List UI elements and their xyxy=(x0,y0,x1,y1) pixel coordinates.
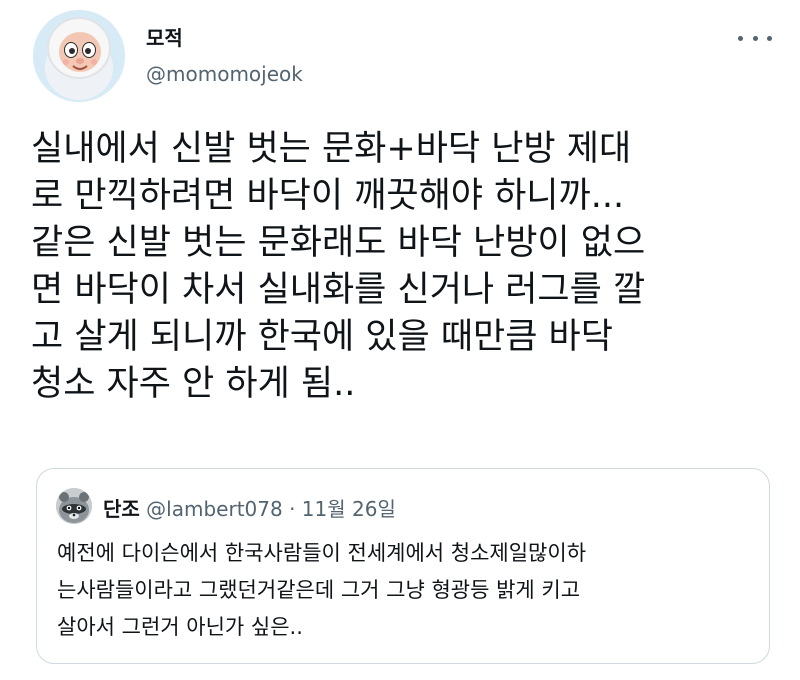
tweet-text: 실내에서 신발 벗는 문화+바닥 난방 제대 로 만끽하려면 바닥이 깨끗해야 … xyxy=(31,129,646,404)
quoted-author-handle[interactable]: @lambert078 xyxy=(146,497,283,521)
quoted-tweet[interactable]: 단조 @lambert078 · 11월 26일 예전에 다이슨에서 한국사람들… xyxy=(36,468,770,664)
author-handle[interactable]: @momomojeok xyxy=(146,62,303,86)
more-options-button[interactable] xyxy=(738,28,772,48)
quoted-header: 단조 @lambert078 · 11월 26일 xyxy=(103,493,396,522)
quoted-date[interactable]: 11월 26일 xyxy=(302,497,396,521)
quoted-author-name[interactable]: 단조 xyxy=(103,497,140,521)
author-name[interactable]: 모적 xyxy=(146,22,183,51)
avatar-character-icon xyxy=(33,10,125,102)
tweet-card: 모적 @momomojeok 실내에서 신발 벗는 문화+바닥 난방 제대 로 … xyxy=(0,0,800,680)
more-horizontal-icon xyxy=(738,35,743,41)
quoted-author-avatar[interactable] xyxy=(56,488,92,524)
quoted-tweet-text: 예전에 다이슨에서 한국사람들이 전세계에서 청소제일많이하 는사람들이라고 그… xyxy=(57,541,587,639)
author-avatar[interactable] xyxy=(33,10,125,102)
raccoon-avatar-icon xyxy=(56,488,92,524)
separator-dot: · xyxy=(289,497,296,521)
